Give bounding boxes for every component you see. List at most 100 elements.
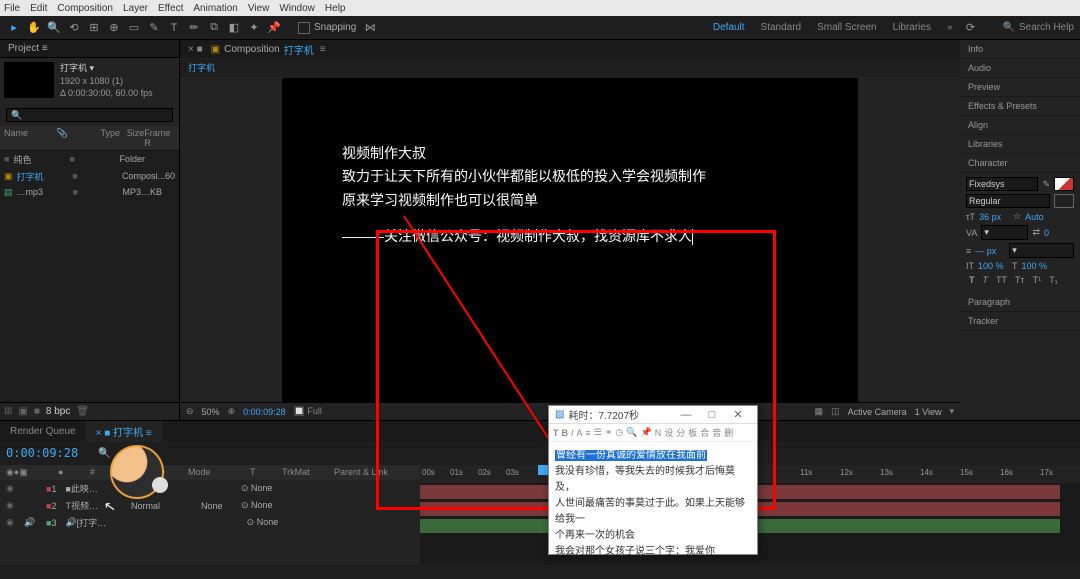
parent-dropdown[interactable]: ⊙ None xyxy=(247,517,279,528)
menu-composition[interactable]: Composition xyxy=(57,3,113,14)
camera-dropdown[interactable]: Active Camera xyxy=(848,407,907,417)
list-item[interactable]: ▤…mp3■MP3…KB xyxy=(0,185,179,200)
project-tab[interactable]: Project ≡ xyxy=(0,40,179,58)
menu-window[interactable]: Window xyxy=(279,3,315,14)
visibility-toggle[interactable]: ◉ xyxy=(6,500,24,511)
menu-help[interactable]: Help xyxy=(325,3,346,14)
menu-layer[interactable]: Layer xyxy=(123,3,148,14)
panel-info[interactable]: Info xyxy=(960,40,1080,59)
font-style-dropdown[interactable]: Regular xyxy=(966,194,1050,208)
layer-row[interactable]: ◉🔊 ■3 🔊 [打字… ⊙ None xyxy=(0,514,420,531)
comp-tab[interactable]: 打字机 xyxy=(284,42,314,57)
stroke-over-dropdown[interactable]: ▾ xyxy=(1009,243,1074,258)
tool-cn3[interactable]: 板 xyxy=(688,426,697,439)
bold-button[interactable]: T xyxy=(966,274,978,286)
list-icon[interactable]: ≡ xyxy=(586,428,591,438)
subscript-button[interactable]: T₁ xyxy=(1046,274,1061,286)
new-comp-icon[interactable]: ■ xyxy=(34,406,40,417)
maximize-button[interactable]: □ xyxy=(699,409,725,421)
italic-icon[interactable]: B xyxy=(562,428,569,438)
tool-n[interactable]: N xyxy=(655,428,662,438)
hand-tool-icon[interactable]: ✋ xyxy=(26,20,42,36)
text-tool-icon[interactable]: T xyxy=(166,20,182,36)
reset-workspace-icon[interactable]: ⟳ xyxy=(963,20,979,36)
zoom-out-icon[interactable]: ⊖ xyxy=(186,406,194,417)
rotate-tool-icon[interactable]: ⟲ xyxy=(66,20,82,36)
leading-input[interactable]: Auto xyxy=(1025,212,1055,222)
snapping-toggle[interactable]: Snapping xyxy=(298,22,356,34)
pin-icon[interactable]: 📌 xyxy=(641,427,652,438)
workspace-smallscreen[interactable]: Small Screen xyxy=(817,22,876,33)
workspace-more-icon[interactable]: » xyxy=(947,22,953,33)
puppet-tool-icon[interactable]: 📌 xyxy=(266,20,282,36)
kerning-dropdown[interactable]: ▾ xyxy=(981,225,1028,240)
visibility-toggle[interactable]: ◉ xyxy=(6,483,24,494)
selection-tool-icon[interactable]: ▸ xyxy=(6,20,22,36)
panel-paragraph[interactable]: Paragraph xyxy=(960,293,1080,312)
stroke-swatch[interactable] xyxy=(1054,194,1074,208)
eyedropper-icon[interactable]: ✎ xyxy=(1042,179,1050,190)
pen-tool-icon[interactable]: ✎ xyxy=(146,20,162,36)
search-icon[interactable]: 🔍 xyxy=(626,427,637,438)
zoom-dropdown[interactable]: 50% xyxy=(202,407,220,417)
popup-titlebar[interactable]: ▧ 耗时：7.7207秒 — □ ✕ xyxy=(549,406,757,424)
layer-row[interactable]: ◉ ■1 ■ 此映… Normal ⊙ None xyxy=(0,480,420,497)
roto-tool-icon[interactable]: ✦ xyxy=(246,20,262,36)
underline-icon[interactable]: I xyxy=(571,428,574,438)
project-list[interactable]: ■纯色■Folder ▣打字机■Composi...60 ▤…mp3■MP3…K… xyxy=(0,151,179,402)
render-queue-tab[interactable]: Render Queue xyxy=(0,423,86,440)
playhead-icon[interactable] xyxy=(538,465,548,475)
tool-cn6[interactable]: 删 xyxy=(724,426,733,439)
res-dropdown[interactable]: 🔲 Full xyxy=(294,406,322,417)
parent-dropdown[interactable]: ⊙ None xyxy=(241,483,273,494)
panel-audio[interactable]: Audio xyxy=(960,59,1080,78)
bold-icon[interactable]: T xyxy=(553,428,559,438)
snap-option-icon[interactable]: ⋈ xyxy=(362,20,378,36)
layer-row[interactable]: ◉ ■2 T 视频… Normal None ⊙ None xyxy=(0,497,420,514)
hscale-input[interactable]: 100 % xyxy=(1022,261,1052,271)
views-dropdown[interactable]: 1 View xyxy=(915,407,942,417)
tool-cn1[interactable]: 设 xyxy=(664,426,673,439)
clock-icon[interactable]: ◷ xyxy=(615,427,623,438)
workspace-libraries[interactable]: Libraries xyxy=(893,22,931,33)
viewer-timecode[interactable]: 0:00:09:28 xyxy=(243,407,286,417)
popup-textarea[interactable]: 曾经有一份真诚的爱情放在我面前 我没有珍惜，等我失去的时候我才后悔莫及， 人世间… xyxy=(549,442,757,566)
menu-animation[interactable]: Animation xyxy=(193,3,237,14)
project-search-input[interactable] xyxy=(6,108,173,122)
zoom-tool-icon[interactable]: 🔍 xyxy=(46,20,62,36)
workspace-default[interactable]: Default xyxy=(713,22,745,33)
panel-tracker[interactable]: Tracker xyxy=(960,312,1080,331)
composition-canvas[interactable]: 视频制作大叔 致力于让天下所有的小伙伴都能以极低的投入学会视频制作 原来学习视频… xyxy=(282,78,858,402)
italic-button[interactable]: T xyxy=(980,274,992,286)
menu-file[interactable]: File xyxy=(4,3,20,14)
search-help-input[interactable]: Search Help xyxy=(1003,22,1074,33)
menu-view[interactable]: View xyxy=(248,3,270,14)
workspace-standard[interactable]: Standard xyxy=(761,22,802,33)
interpret-icon[interactable]: ⊞ xyxy=(4,406,12,417)
clone-tool-icon[interactable]: ⧉ xyxy=(206,20,222,36)
superscript-button[interactable]: T¹ xyxy=(1030,274,1045,286)
color-swatch[interactable] xyxy=(1054,177,1074,191)
camera-tool-icon[interactable]: ⊞ xyxy=(86,20,102,36)
timeline-comp-tab[interactable]: × ■ 打字机 ≡ xyxy=(86,421,162,442)
smallcaps-button[interactable]: Tᴛ xyxy=(1012,274,1028,286)
timeline-timecode[interactable]: 0:00:09:28 xyxy=(6,446,78,460)
allcaps-button[interactable]: TT xyxy=(993,274,1010,286)
tool-cn4[interactable]: 合 xyxy=(700,426,709,439)
link-icon[interactable]: ⚭ xyxy=(605,427,613,438)
align-icon[interactable]: A xyxy=(577,428,583,438)
tracking-input[interactable]: 0 xyxy=(1044,228,1074,238)
view-option-icon[interactable]: ▾ xyxy=(949,406,954,417)
anchor-tool-icon[interactable]: ⊕ xyxy=(106,20,122,36)
tool-cn2[interactable]: 分 xyxy=(676,426,685,439)
minimize-button[interactable]: — xyxy=(673,409,699,421)
zoom-in-icon[interactable]: ⊕ xyxy=(228,406,236,417)
panel-align[interactable]: Align xyxy=(960,116,1080,135)
panel-effects[interactable]: Effects & Presets xyxy=(960,97,1080,116)
new-folder-icon[interactable]: ▣ xyxy=(18,406,27,417)
project-selected-item[interactable]: 打字机 ▾ 1920 x 1080 (1) Δ 0:00:30:00, 60.0… xyxy=(0,58,179,104)
menu-edit[interactable]: Edit xyxy=(30,3,47,14)
list2-icon[interactable]: ☰ xyxy=(594,427,602,438)
panel-libraries[interactable]: Libraries xyxy=(960,135,1080,154)
list-item[interactable]: ▣打字机■Composi...60 xyxy=(0,168,179,185)
